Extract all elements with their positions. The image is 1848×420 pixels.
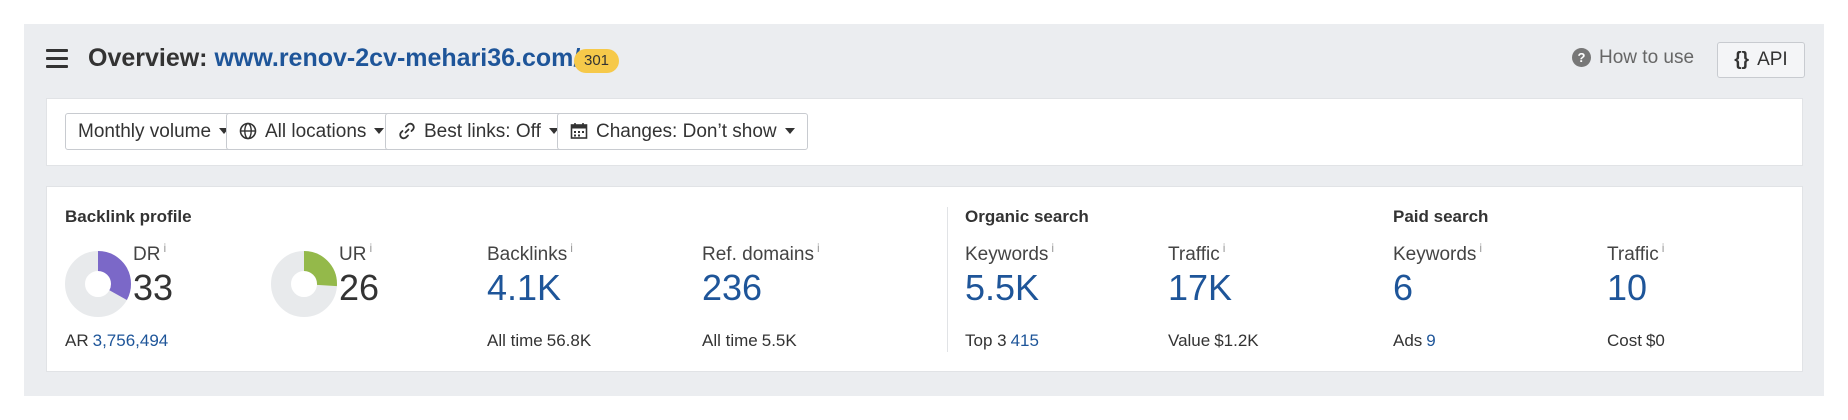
- info-icon[interactable]: i: [1479, 241, 1482, 255]
- paid-keywords-label-text: Keywords: [1393, 244, 1477, 265]
- metrics-panel: Backlink profile DR i 33 AR 3,756,494 UR i …: [46, 186, 1803, 372]
- best-links-dropdown[interactable]: Best links: Off: [385, 113, 572, 150]
- caret-down-icon: [374, 128, 385, 134]
- info-icon[interactable]: i: [1223, 241, 1226, 255]
- page-title: Overview: www.renov-2cv-mehari36.com/: [88, 44, 580, 73]
- paid-keywords-value[interactable]: 6: [1393, 267, 1413, 309]
- hamburger-menu-icon[interactable]: [46, 49, 68, 69]
- paid-traffic-value[interactable]: 10: [1607, 267, 1647, 309]
- organic-top3: Top 3 415: [965, 331, 1039, 351]
- organic-traffic-label-text: Traffic: [1168, 244, 1220, 265]
- overview-header: Overview: www.renov-2cv-mehari36.com/ 30…: [24, 24, 1824, 96]
- how-to-use-link[interactable]: ? How to use: [1572, 47, 1694, 69]
- caret-down-icon: [784, 128, 795, 134]
- organic-traffic-value-metric: Value $1.2K: [1168, 331, 1259, 351]
- ur-label-text: UR: [339, 244, 367, 265]
- best-links-label: Best links: Off: [424, 121, 541, 142]
- backlinks-all-time: All time 56.8K: [487, 331, 591, 351]
- paid-cost-value: $0: [1645, 331, 1665, 350]
- paid-search-title: Paid search: [1393, 207, 1489, 226]
- backlinks-value[interactable]: 4.1K: [487, 267, 561, 309]
- ref-domains-label: Ref. domains i: [702, 241, 820, 266]
- ref-domains-all-time-value: 5.5K: [761, 331, 797, 350]
- link-icon: [399, 122, 415, 140]
- braces-icon: {}: [1734, 49, 1750, 70]
- ref-domains-all-time: All time 5.5K: [702, 331, 797, 351]
- ref-domains-label-text: Ref. domains: [702, 244, 814, 265]
- calendar-icon: [570, 123, 588, 139]
- monthly-volume-label: Monthly volume: [78, 121, 212, 142]
- info-icon[interactable]: i: [817, 241, 820, 255]
- info-icon[interactable]: i: [1662, 241, 1665, 255]
- ar-label: AR: [65, 331, 89, 350]
- how-to-use-label: How to use: [1599, 47, 1695, 68]
- ar-metric: AR 3,756,494: [65, 331, 168, 351]
- paid-traffic-label-text: Traffic: [1607, 244, 1659, 265]
- organic-value-amount: $1.2K: [1214, 331, 1259, 350]
- backlink-profile-title: Backlink profile: [65, 207, 192, 226]
- info-icon[interactable]: i: [1051, 241, 1054, 255]
- backlinks-label-text: Backlinks: [487, 244, 568, 265]
- ur-value: 26: [339, 267, 380, 308]
- organic-keywords-value[interactable]: 5.5K: [965, 267, 1039, 309]
- info-icon[interactable]: i: [369, 241, 372, 255]
- organic-keywords-label: Keywords i: [965, 241, 1054, 266]
- info-icon[interactable]: i: [163, 241, 166, 255]
- paid-ads-label: Ads: [1393, 331, 1423, 350]
- changes-dropdown[interactable]: Changes: Don’t show: [557, 113, 808, 150]
- api-button[interactable]: {} API: [1717, 42, 1805, 78]
- backlinks-all-time-value: 56.8K: [546, 331, 592, 350]
- organic-top3-label: Top 3: [965, 331, 1007, 350]
- backlinks-all-time-label: All time: [487, 331, 543, 350]
- backlinks-label: Backlinks i: [487, 241, 573, 266]
- dr-label-text: DR: [133, 244, 161, 265]
- ref-domains-value[interactable]: 236: [702, 267, 762, 309]
- dr-label: DR i: [133, 241, 166, 266]
- organic-traffic-label: Traffic i: [1168, 241, 1225, 266]
- status-badge: 301: [574, 49, 620, 73]
- paid-traffic-label: Traffic i: [1607, 241, 1664, 266]
- overview-panel: Overview: www.renov-2cv-mehari36.com/ 30…: [24, 24, 1824, 396]
- organic-keywords-label-text: Keywords: [965, 244, 1049, 265]
- paid-cost: Cost $0: [1607, 331, 1665, 351]
- ref-domains-all-time-label: All time: [702, 331, 758, 350]
- info-icon[interactable]: i: [570, 241, 573, 255]
- api-label: API: [1757, 49, 1788, 70]
- help-icon: ?: [1572, 48, 1591, 67]
- paid-ads-value[interactable]: 9: [1426, 331, 1435, 350]
- locations-dropdown[interactable]: All locations: [226, 113, 398, 150]
- target-url-link[interactable]: www.renov-2cv-mehari36.com/: [214, 44, 580, 72]
- paid-keywords-label: Keywords i: [1393, 241, 1482, 266]
- changes-label: Changes: Don’t show: [596, 121, 777, 142]
- section-divider: [947, 207, 948, 352]
- monthly-volume-dropdown[interactable]: Monthly volume: [65, 113, 243, 150]
- paid-ads: Ads 9: [1393, 331, 1436, 351]
- globe-icon: [239, 122, 257, 140]
- organic-search-title: Organic search: [965, 207, 1089, 226]
- organic-value-label: Value: [1168, 331, 1211, 350]
- dr-value: 33: [133, 267, 174, 308]
- ur-label: UR i: [339, 241, 372, 266]
- organic-traffic-value[interactable]: 17K: [1168, 267, 1232, 309]
- title-prefix: Overview:: [88, 44, 208, 72]
- locations-label: All locations: [265, 121, 367, 142]
- ur-donut-chart: [271, 251, 337, 317]
- dr-donut-chart: [65, 251, 131, 317]
- filter-bar: Monthly volume All locations Best links:…: [46, 98, 1803, 166]
- paid-cost-label: Cost: [1607, 331, 1642, 350]
- organic-top3-value[interactable]: 415: [1011, 331, 1039, 350]
- ar-value[interactable]: 3,756,494: [93, 331, 169, 350]
